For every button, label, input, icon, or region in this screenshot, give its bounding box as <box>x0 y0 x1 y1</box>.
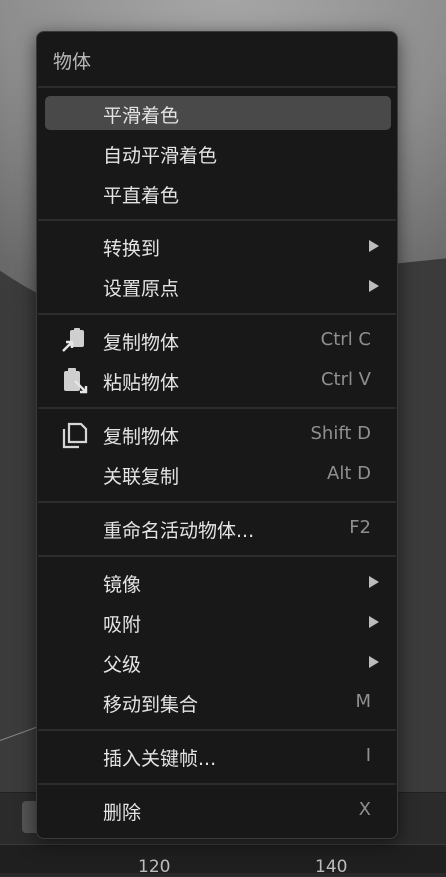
menu-item-set-origin[interactable]: 设置原点 <box>45 269 391 303</box>
menu-item-label: 父级 <box>103 654 142 676</box>
menu-item-copy-objects[interactable]: 复制物体 Ctrl C <box>45 323 391 357</box>
menu-item-label: 平滑着色 <box>103 105 180 127</box>
submenu-arrow-icon <box>369 616 379 628</box>
menu-item-shade-smooth[interactable]: 平滑着色 <box>45 96 391 130</box>
copy-to-clipboard-icon <box>62 328 84 352</box>
menu-item-parent[interactable]: 父级 <box>45 645 391 679</box>
paste-from-clipboard-icon <box>64 368 88 394</box>
menu-separator <box>38 86 396 88</box>
menu-item-label: 复制物体 <box>103 332 180 354</box>
menu-item-duplicate-linked[interactable]: 关联复制 Alt D <box>45 457 391 491</box>
menu-title: 物体 <box>53 51 92 73</box>
menu-item-shortcut: M <box>355 691 371 712</box>
menu-separator <box>38 729 396 731</box>
submenu-arrow-icon <box>369 240 379 252</box>
menu-item-shortcut: I <box>365 745 371 766</box>
menu-item-shade-auto-smooth[interactable]: 自动平滑着色 <box>45 136 391 170</box>
menu-item-shade-flat[interactable]: 平直着色 <box>45 176 391 210</box>
menu-item-mirror[interactable]: 镜像 <box>45 565 391 599</box>
menu-separator <box>38 313 396 315</box>
menu-item-convert-to[interactable]: 转换到 <box>45 229 391 263</box>
menu-item-shortcut: X <box>358 799 371 820</box>
menu-item-label: 镜像 <box>103 574 142 596</box>
menu-item-label: 自动平滑着色 <box>103 145 218 167</box>
frame-label: 120 <box>138 857 171 877</box>
submenu-arrow-icon <box>369 280 379 292</box>
menu-item-delete[interactable]: 删除 X <box>45 793 391 827</box>
frame-label: 140 <box>315 857 348 877</box>
menu-item-label: 插入关键帧... <box>103 748 217 770</box>
menu-item-shortcut: Ctrl C <box>320 329 371 350</box>
menu-item-label: 转换到 <box>103 238 161 260</box>
menu-item-label: 复制物体 <box>103 426 180 448</box>
menu-separator <box>38 407 396 409</box>
menu-separator <box>38 555 396 557</box>
menu-item-snap[interactable]: 吸附 <box>45 605 391 639</box>
menu-separator <box>38 783 396 785</box>
menu-item-shortcut: Ctrl V <box>320 369 371 390</box>
duplicate-icon <box>62 422 88 449</box>
menu-item-label: 平直着色 <box>103 185 180 207</box>
submenu-arrow-icon <box>369 656 379 668</box>
menu-item-label: 设置原点 <box>103 278 180 300</box>
menu-item-label: 关联复制 <box>103 466 180 488</box>
menu-item-label: 粘贴物体 <box>103 372 180 394</box>
menu-separator <box>38 501 396 503</box>
menu-item-shortcut: Shift D <box>310 423 372 444</box>
menu-item-shortcut: F2 <box>349 517 371 538</box>
menu-item-move-to-collection[interactable]: 移动到集合 M <box>45 685 391 719</box>
menu-item-duplicate-objects[interactable]: 复制物体 Shift D <box>45 417 391 451</box>
menu-item-paste-objects[interactable]: 粘贴物体 Ctrl V <box>45 363 391 397</box>
object-context-menu: 物体 平滑着色 自动平滑着色 平直着色 转换到 设置原点 复制物体 Ctrl C <box>36 31 398 839</box>
menu-separator <box>38 219 396 221</box>
menu-item-label: 移动到集合 <box>103 694 199 716</box>
menu-item-label: 重命名活动物体... <box>103 520 255 542</box>
menu-item-insert-keyframe[interactable]: 插入关键帧... I <box>45 739 391 773</box>
menu-item-label: 删除 <box>103 802 142 824</box>
menu-item-label: 吸附 <box>103 614 142 636</box>
submenu-arrow-icon <box>369 576 379 588</box>
menu-item-rename-active-object[interactable]: 重命名活动物体... F2 <box>45 511 391 545</box>
menu-item-shortcut: Alt D <box>327 463 371 484</box>
timeline-frame-ruler[interactable]: 120 140 <box>0 844 446 877</box>
